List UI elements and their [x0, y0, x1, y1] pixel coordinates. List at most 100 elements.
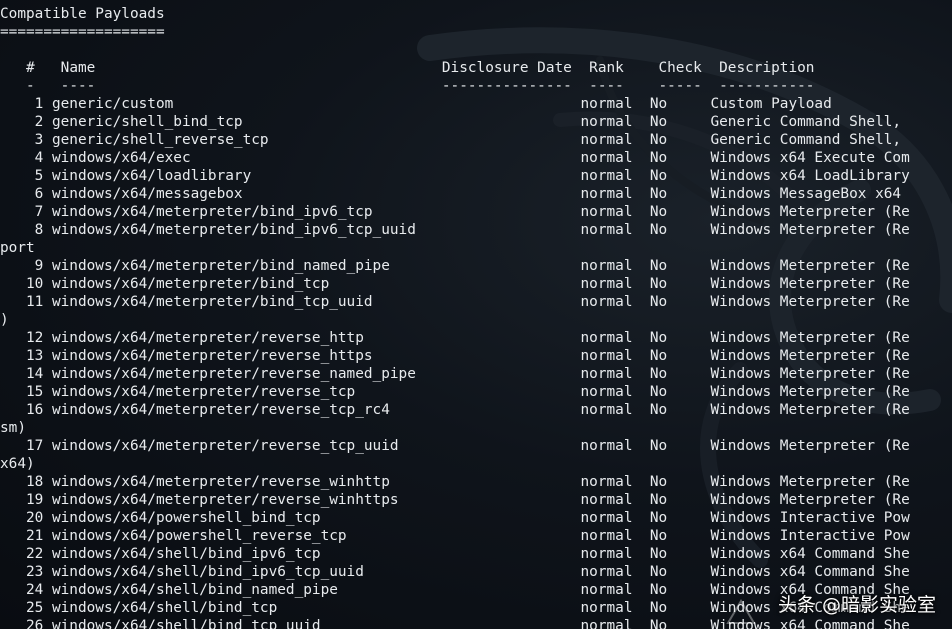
row-name: windows/x64/powershell_reverse_tcp — [51, 528, 434, 544]
col-name: Name — [60, 60, 442, 76]
row-num: 19 — [0, 492, 52, 508]
row-num: 26 — [0, 618, 52, 629]
table-row: 19 windows/x64/meterpreter/reverse_winht… — [0, 491, 952, 509]
row-disclosure-date — [433, 150, 580, 166]
row-check: No — [649, 258, 711, 274]
row-description: Windows Meterpreter (Re — [710, 276, 910, 292]
row-name: windows/x64/meterpreter/reverse_winhttp — [51, 474, 434, 490]
row-disclosure-date — [433, 366, 580, 382]
row-rank: normal — [580, 546, 650, 562]
row-check: No — [649, 204, 711, 220]
row-check: No — [649, 564, 711, 580]
terminal-output: Compatible Payloads =================== #… — [0, 0, 952, 629]
row-name: windows/x64/meterpreter/reverse_named_pi… — [51, 366, 434, 382]
table-row: 9 windows/x64/meterpreter/bind_named_pip… — [0, 257, 952, 275]
title-underline-line: =================== — [0, 23, 952, 41]
row-disclosure-date — [433, 132, 580, 148]
table-row: 15 windows/x64/meterpreter/reverse_tcp n… — [0, 383, 952, 401]
row-disclosure-date — [433, 492, 580, 508]
row-rank: normal — [580, 492, 650, 508]
row-rank: normal — [580, 618, 650, 629]
row-disclosure-date — [433, 618, 580, 629]
row-rank: normal — [580, 150, 650, 166]
row-name: windows/x64/meterpreter/bind_ipv6_tcp — [51, 204, 434, 220]
row-description: Windows Meterpreter (Re — [710, 384, 910, 400]
section-title: Compatible Payloads — [0, 6, 165, 22]
row-description: Windows Meterpreter (Re — [710, 474, 910, 490]
row-rank: normal — [580, 276, 650, 292]
col-check: Check — [658, 60, 720, 76]
row-num: 14 — [0, 366, 52, 382]
table-row: 14 windows/x64/meterpreter/reverse_named… — [0, 365, 952, 383]
row-check: No — [649, 366, 711, 382]
row-description: Windows Meterpreter (Re — [710, 438, 910, 454]
row-disclosure-date — [433, 510, 580, 526]
title-underline: =================== — [0, 24, 165, 40]
table-row: 13 windows/x64/meterpreter/reverse_https… — [0, 347, 952, 365]
row-num: 15 — [0, 384, 52, 400]
watermark-logo-icon — [726, 599, 756, 624]
row-rank: normal — [580, 582, 650, 598]
row-rank: normal — [580, 204, 650, 220]
row-description: Windows Meterpreter (Re — [710, 402, 910, 418]
row-disclosure-date — [433, 582, 580, 598]
row-disclosure-date — [433, 474, 580, 490]
row-check: No — [649, 474, 711, 490]
row-name: windows/x64/meterpreter/reverse_tcp_uuid — [51, 438, 434, 454]
row-description: Windows Meterpreter (Re — [710, 294, 910, 310]
row-name: windows/x64/shell/bind_tcp — [51, 600, 434, 616]
terminal-window[interactable]: Compatible Payloads =================== #… — [0, 0, 952, 629]
row-check: No — [649, 546, 711, 562]
row-name: windows/x64/meterpreter/bind_tcp_uuid — [51, 294, 434, 310]
row-rank: normal — [580, 438, 650, 454]
table-row: 10 windows/x64/meterpreter/bind_tcp norm… — [0, 275, 952, 293]
wrapped-line: x64) — [0, 455, 952, 473]
row-num: 3 — [0, 132, 52, 148]
row-rank: normal — [580, 294, 650, 310]
table-row: 7 windows/x64/meterpreter/bind_ipv6_tcp … — [0, 203, 952, 221]
row-name: windows/x64/meterpreter/bind_ipv6_tcp_uu… — [51, 222, 434, 238]
row-description: Generic Command Shell, — [710, 114, 902, 130]
row-disclosure-date — [433, 258, 580, 274]
col-num: # — [0, 60, 61, 76]
table-row: 6 windows/x64/messagebox normal No Windo… — [0, 185, 952, 203]
col-description: Description — [719, 60, 815, 76]
row-disclosure-date — [433, 564, 580, 580]
row-description: Windows Meterpreter (Re — [710, 492, 910, 508]
row-check: No — [649, 294, 711, 310]
row-num: 9 — [0, 258, 52, 274]
row-wrap-text: sm) — [0, 420, 26, 436]
col-disclosure-date: --------------- — [441, 78, 590, 94]
row-disclosure-date — [433, 186, 580, 202]
row-description: Windows Interactive Pow — [710, 510, 910, 526]
row-description: Windows Meterpreter (Re — [710, 348, 910, 364]
row-wrap-text: ) — [0, 312, 9, 328]
row-name: windows/x64/meterpreter/bind_named_pipe — [51, 258, 434, 274]
row-name: windows/x64/shell/bind_tcp_uuid — [51, 618, 434, 629]
row-rank: normal — [580, 348, 650, 364]
table-row: 3 generic/shell_reverse_tcp normal No Ge… — [0, 131, 952, 149]
row-check: No — [649, 600, 711, 616]
row-description: Windows x64 Command She — [710, 546, 910, 562]
row-rank: normal — [580, 132, 650, 148]
table-row: 2 generic/shell_bind_tcp normal No Gener… — [0, 113, 952, 131]
row-num: 13 — [0, 348, 52, 364]
row-check: No — [649, 96, 711, 112]
row-description: Windows x64 Execute Com — [710, 150, 910, 166]
row-num: 1 — [0, 96, 52, 112]
row-disclosure-date — [433, 528, 580, 544]
table-row: 22 windows/x64/shell/bind_ipv6_tcp norma… — [0, 545, 952, 563]
table-row: 4 windows/x64/exec normal No Windows x64… — [0, 149, 952, 167]
wrapped-line: ) — [0, 311, 952, 329]
row-check: No — [649, 330, 711, 346]
row-name: windows/x64/meterpreter/reverse_tcp — [51, 384, 434, 400]
row-description: Windows Meterpreter (Re — [710, 222, 910, 238]
row-description: Windows Meterpreter (Re — [710, 330, 910, 346]
row-check: No — [649, 150, 711, 166]
row-disclosure-date — [433, 330, 580, 346]
row-name: windows/x64/meterpreter/reverse_tcp_rc4 — [51, 402, 434, 418]
table-row: 5 windows/x64/loadlibrary normal No Wind… — [0, 167, 952, 185]
row-name: windows/x64/meterpreter/reverse_https — [51, 348, 434, 364]
row-num: 6 — [0, 186, 52, 202]
